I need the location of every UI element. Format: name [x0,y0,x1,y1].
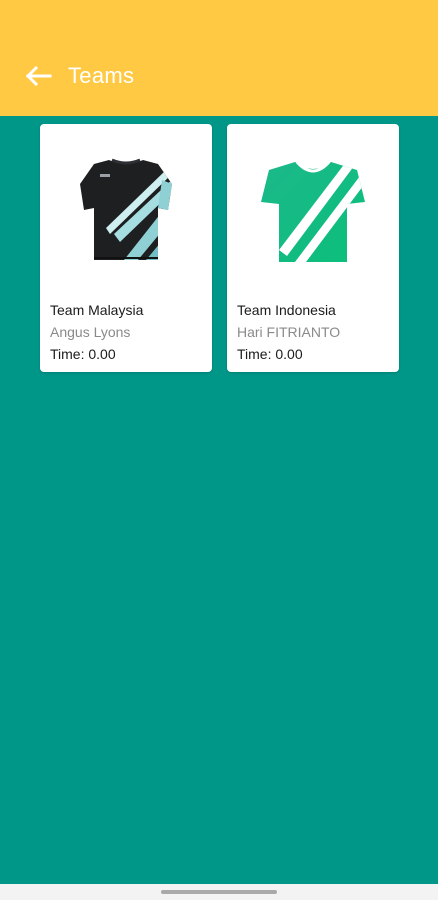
jersey-photo-icon [40,154,212,274]
team-manager: Hari FITRIANTO [237,324,341,340]
team-card-indonesia[interactable]: Team Indonesia Hari FITRIANTO Time: 0.00 [227,124,399,372]
team-name: Team Malaysia [50,302,144,318]
app-bar: Teams [0,0,438,116]
team-card-malaysia[interactable]: Team Malaysia Angus Lyons Time: 0.00 [40,124,212,372]
team-time: Time: 0.00 [50,346,116,362]
team-time: Time: 0.00 [237,346,303,362]
back-button[interactable] [22,60,54,92]
home-gesture-handle[interactable] [161,890,277,894]
page-title: Teams [68,63,135,88]
arrow-left-icon [25,65,52,87]
team-manager: Angus Lyons [50,324,131,340]
teams-screen: Teams Team Malaysia Angus Lyons Time: 0.… [0,0,438,900]
jersey-green-icon [227,154,399,274]
team-name: Team Indonesia [237,302,336,318]
